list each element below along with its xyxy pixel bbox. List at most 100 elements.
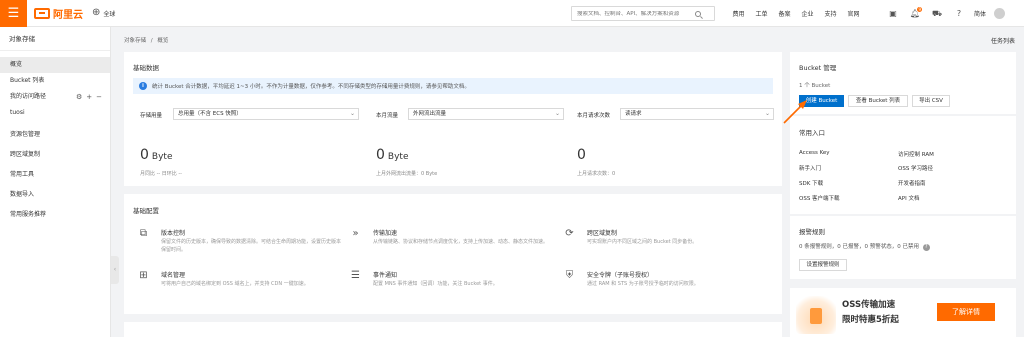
logo-mark-icon [34,8,50,19]
metric-label: 存储用量 [140,113,163,119]
promo-banner[interactable]: OSS传输加速 限时特惠5折起 了解详情 [790,288,1016,337]
export-csv-button[interactable]: 导出 CSV [912,95,950,107]
avatar[interactable] [994,8,1005,19]
cart-icon[interactable]: ⛟ [926,6,948,21]
link-getting-started[interactable]: 新手入门 [799,164,821,172]
annotation-arrow-icon [783,100,807,124]
domain-management-icon: ⊞ [139,270,148,281]
alarm-rules-section: 报警规则 0 条报警规则，0 已报警，0 预警状态，0 已禁用 ? 设置报警规则 [790,216,1016,279]
chevron-down-icon: ⌄ [349,110,355,117]
feature-title[interactable]: 跨区域复制 [587,228,617,237]
feature-desc: 配置 MNS 事件通知（回调）功能，关注 Bucket 事件。 [373,281,498,287]
notice-bar: i 统计 Bucket 合计数据，平均延迟 1~3 小时。不作为计量数据，仅作参… [133,78,773,94]
sidebar-item-access-path[interactable]: 我的访问路径 ⚙ + − [0,89,110,105]
traffic-type-select[interactable]: 外网流出流量 ⌄ [408,108,564,120]
feature-event-notification[interactable]: ☰ 事件通知 配置 MNS 事件通知（回调）功能，关注 Bucket 事件。 [350,270,550,304]
nav-support[interactable]: 支持 [819,9,842,18]
breadcrumb-current: 概览 [157,38,169,44]
add-icon[interactable]: + [86,89,92,105]
hamburger-menu-icon[interactable]: ☰ [0,0,27,27]
region-selector[interactable]: ⊕ 全球 [92,8,115,18]
metric-number: 0 [376,147,385,163]
feature-transfer-acceleration[interactable]: » 传输加速 从传输链路、协议和存储节点调度优化，支持上传加速、动态、静态文件加… [350,228,550,262]
feature-title[interactable]: 事件通知 [373,270,397,279]
link-ram[interactable]: 访问控制 RAM [898,150,934,158]
sidebar-collapse-handle[interactable]: ‹ [111,256,119,284]
globe-icon: ⊕ [92,7,101,18]
chevron-down-icon: ⌄ [764,110,770,117]
feature-title[interactable]: 安全令牌（子账号授权） [587,270,653,279]
help-icon[interactable]: ? [922,244,930,251]
link-learning-path[interactable]: OSS 学习路径 [898,164,933,172]
access-path-actions: ⚙ + − [76,89,102,105]
set-alarm-rule-button[interactable]: 设置报警规则 [799,259,847,271]
nav-billing[interactable]: 费用 [727,9,750,18]
link-access-key[interactable]: Access Key [799,150,830,156]
search-input[interactable] [577,10,695,17]
nav-tickets[interactable]: 工单 [750,9,773,18]
feature-cross-region-replication[interactable]: ⟳ 跨区域复制 可实现账户内不同区域之间的 Bucket 同步备份。 [564,228,764,262]
notification-bell-icon[interactable]: 🔔︎ 9 [904,6,926,21]
breadcrumb-root[interactable]: 对象存储 [124,38,146,44]
feature-title[interactable]: 版本控制 [161,228,185,237]
link-dev-guide[interactable]: 开发者指南 [898,179,926,187]
bucket-management-section: Bucket 管理 1 个 Bucket 创建 Bucket 查看 Bucket… [790,52,1016,114]
sidebar-item-cross-region[interactable]: 跨区域复制 [0,147,110,163]
search-box[interactable] [571,6,715,21]
chevron-down-icon: ⌄ [554,110,560,117]
task-list-link[interactable]: 任务列表 [991,36,1015,45]
alarm-summary-text: 0 条报警规则，0 已报警，0 预警状态，0 已禁用 [799,244,919,250]
learn-more-button[interactable]: 了解详情 [937,303,995,321]
sidebar: 对象存储 概览 Bucket 列表 我的访问路径 ⚙ + − tuosi 资源包… [0,27,111,337]
sidebar-item-tuosi[interactable]: tuosi [0,105,110,121]
bucket-count: 1 个 Bucket [799,83,831,89]
metric-number: 0 [577,147,586,163]
request-type-select[interactable]: 读请求 ⌄ [620,108,774,120]
metric-subtext: 月同比 -- 日环比 -- [140,171,182,177]
minus-icon[interactable]: − [96,89,102,105]
select-value: 外网流出流量 [413,111,447,117]
terminal-icon[interactable]: ▣ [882,6,904,21]
metric-unit: Byte [387,152,409,162]
link-sdk-download[interactable]: SDK 下载 [799,179,823,187]
gear-icon[interactable]: ⚙ [76,89,82,105]
bottom-card [124,322,782,337]
storage-type-select[interactable]: 总用量（不含 ECS 快照） ⌄ [173,108,359,120]
sidebar-item-resource-packages[interactable]: 资源包管理 [0,127,110,143]
feature-title[interactable]: 传输加速 [373,228,397,237]
top-bar: ☰ 阿里云 ⊕ 全球 费用 工单 备案 企业 支持 官网 ▣ 🔔︎9 ⛟ ? 简… [0,0,1024,27]
top-icons: ▣ 🔔︎ 9 ⛟ ? 简体 [882,6,1005,21]
sidebar-item-data-import[interactable]: 数据导入 [0,187,110,203]
link-api-docs[interactable]: API 文档 [898,194,919,202]
feature-domain-management[interactable]: ⊞ 域名管理 可将用户自己的域名绑定到 OSS 域名上，并支持 CDN 一键加速… [138,270,338,304]
feature-desc: 可将用户自己的域名绑定到 OSS 域名上，并支持 CDN 一键加速。 [161,281,309,287]
sidebar-item-bucket-list[interactable]: Bucket 列表 [0,73,110,89]
feature-version-control[interactable]: ⧉ 版本控制 保留文件的历史版本，确保导致的数据清除。可结合生命周期功能，设置历… [138,228,342,262]
search-icon[interactable] [695,10,701,17]
sidebar-item-tools[interactable]: 常用工具 [0,167,110,183]
sidebar-item-overview[interactable]: 概览 [0,57,110,73]
feature-desc: 保留文件的历史版本，确保导致的数据清除。可结合生命周期功能，设置历史版本保留时间… [161,239,342,253]
nav-enterprise[interactable]: 企业 [796,9,819,18]
metric-label: 本月请求次数 [577,113,611,119]
feature-security-token[interactable]: ⛨ 安全令牌（子账号授权） 通过 RAM 和 STS 为子账号授予临时的访问权限… [564,270,764,304]
help-icon[interactable]: ? [948,6,970,21]
metric-number: 0 [140,147,149,163]
sidebar-item-services[interactable]: 常用服务推荐 [0,207,110,223]
quick-entry-title: 常用入口 [799,129,825,137]
transfer-acceleration-icon: » [352,228,359,239]
sidebar-item-label: 我的访问路径 [10,93,47,100]
feature-desc: 通过 RAM 和 STS 为子账号授予临时的访问权限。 [587,281,699,287]
promo-illustration [796,296,836,334]
nav-icp[interactable]: 备案 [773,9,796,18]
feature-title[interactable]: 域名管理 [161,270,185,279]
cross-region-replication-icon: ⟳ [565,228,574,239]
nav-website[interactable]: 官网 [842,9,865,18]
view-bucket-list-button[interactable]: 查看 Bucket 列表 [848,95,908,107]
link-client-download[interactable]: OSS 客户端下载 [799,194,840,202]
language-switch[interactable]: 简体 [970,9,990,18]
metric-value: 0 Byte [140,147,173,163]
brand-logo[interactable]: 阿里云 [34,6,83,21]
basic-data-title: 基础数据 [133,64,159,72]
sidebar-title: 对象存储 [0,27,110,51]
